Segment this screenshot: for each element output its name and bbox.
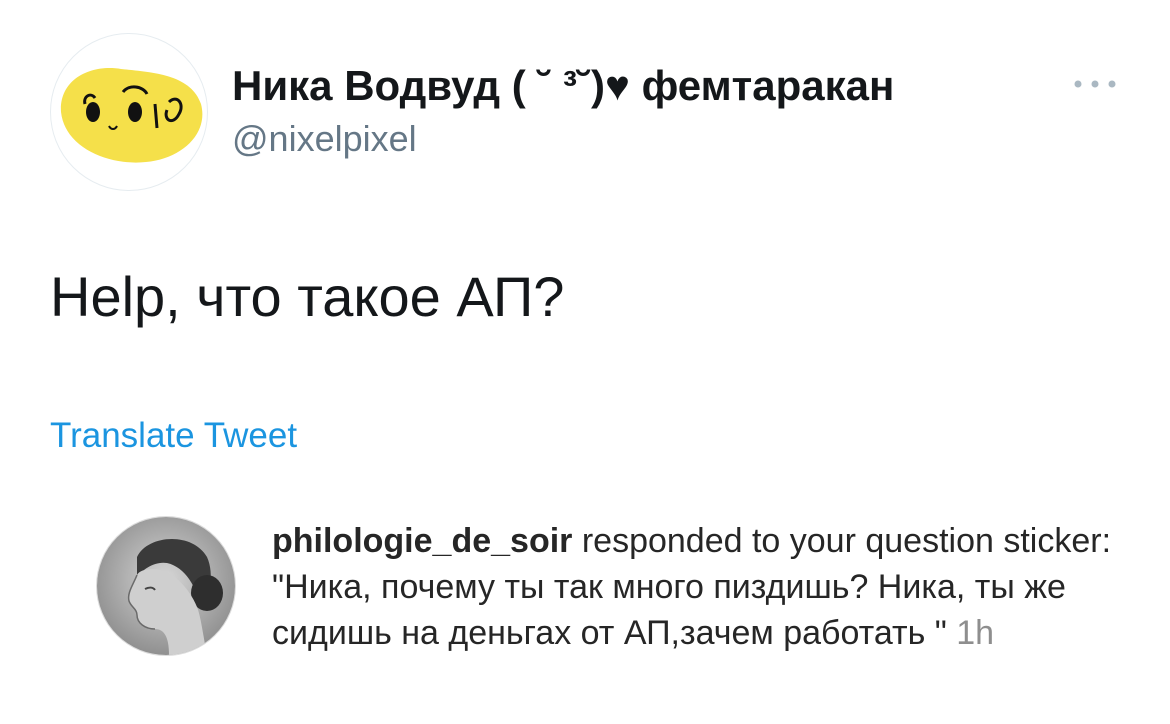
responder-username[interactable]: philologie_de_soir — [272, 522, 572, 560]
tweet-text: Help, что такое АП? — [50, 265, 565, 328]
user-handle[interactable]: @nixelpixel — [232, 118, 417, 160]
cartoon-face-icon — [60, 68, 203, 163]
response-text: philologie_de_soir responded to your que… — [272, 518, 1122, 656]
display-name[interactable]: Ника Водвуд ( ˘ ³˘)♥ фемтаракан — [232, 62, 894, 110]
portrait-photo — [97, 517, 235, 655]
response-timestamp: 1h — [956, 614, 995, 652]
more-dots-icon[interactable] — [1072, 78, 1118, 90]
avatar[interactable] — [50, 33, 208, 191]
translate-tweet-link[interactable]: Translate Tweet — [50, 416, 297, 456]
responder-avatar — [96, 516, 236, 656]
instagram-response-card: philologie_de_soir responded to your que… — [96, 514, 1136, 704]
